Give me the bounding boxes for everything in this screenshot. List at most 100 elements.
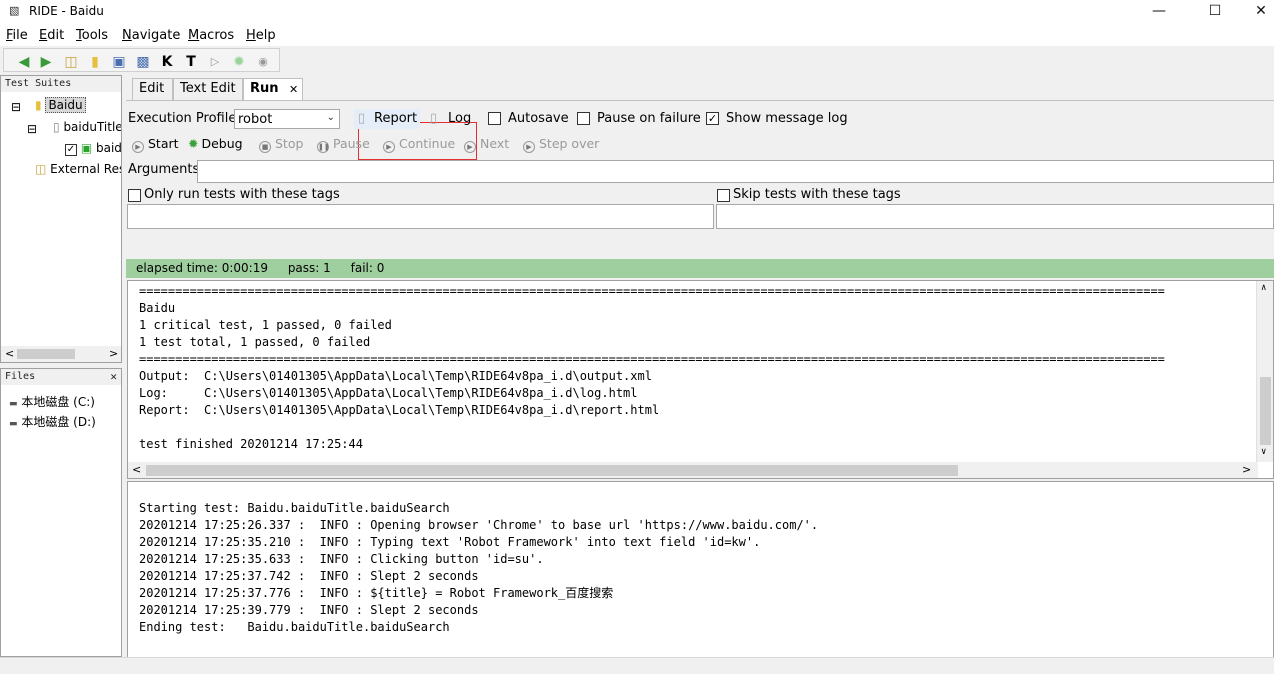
test-search-icon[interactable]: T (182, 53, 200, 71)
exclude-tags-input[interactable] (716, 204, 1274, 229)
scroll-up-icon[interactable]: ∧ (1261, 283, 1266, 293)
tree-expander-baidutitle[interactable]: ⊟ (27, 122, 37, 136)
tab-run[interactable]: Run ✕ (243, 78, 303, 100)
skip-tags-checkbox[interactable] (717, 189, 730, 202)
menu-navigate[interactable]: Navigate (122, 28, 180, 43)
main-area: Edit Text Edit Run ✕ Execution Profile: … (126, 75, 1274, 658)
report-button[interactable]: ▯ Report (354, 109, 420, 129)
new-file-icon[interactable]: ▮ (86, 53, 104, 71)
console-output[interactable]: ========================================… (127, 280, 1274, 479)
show-message-log-checkbox[interactable]: ✓ (706, 112, 719, 125)
menu-label-rest: ile (12, 28, 28, 43)
message-log[interactable]: Starting test: Baidu.baiduTitle.baiduSea… (127, 481, 1274, 658)
save-all-icon[interactable]: ▩ (134, 53, 152, 71)
message-log-line: 20201214 17:25:37.776 : INFO : ${title} … (139, 586, 614, 600)
next-button[interactable]: ▶ Next (464, 135, 509, 153)
pass-count: pass: 1 (287, 261, 331, 275)
menu-label-rest: acros (199, 28, 235, 43)
execution-profile-value: robot (238, 112, 273, 127)
pause-button[interactable]: ❚❚ Pause (317, 135, 370, 153)
scroll-down-icon[interactable]: ∨ (1261, 447, 1266, 457)
continue-button[interactable]: ▶ Continue (383, 135, 455, 153)
test-suites-panel: Test Suites ⊟ ▮ Baidu ⊟ ▯ baiduTitle ✓ ▣… (0, 75, 122, 363)
execution-profile-select[interactable]: robot ⌄ (234, 109, 340, 129)
keyword-search-icon[interactable]: K (158, 53, 176, 71)
tree-item-label: baiduSearch (96, 141, 121, 155)
drive-d[interactable]: ▬ 本地磁盘 (D:) (9, 413, 96, 430)
chevron-down-icon: ⌄ (326, 112, 335, 123)
menu-edit[interactable]: Edit (39, 28, 64, 43)
tree-hscrollbar[interactable]: < > (1, 346, 121, 362)
autosave-label: Autosave (508, 111, 569, 126)
console-line: ========================================… (139, 284, 1165, 298)
menu-macros[interactable]: Macros (188, 28, 234, 43)
start-button[interactable]: ▶ Start (132, 135, 179, 153)
run-panel: Execution Profile: robot ⌄ ▯ Report ▯ Lo… (126, 100, 1274, 658)
test-suites-header: Test Suites (1, 76, 121, 92)
step-over-button[interactable]: ▶ Step over (523, 135, 599, 153)
arguments-input[interactable] (197, 160, 1274, 183)
menu-file[interactable]: File (6, 28, 28, 43)
files-panel: Files ✕ ▬ 本地磁盘 (C:) ▬ 本地磁盘 (D:) (0, 368, 122, 657)
save-icon[interactable]: ▣ (110, 53, 128, 71)
scroll-thumb[interactable] (146, 465, 958, 476)
menu-accelerator: N (122, 28, 132, 43)
menu-tools[interactable]: Tools (76, 28, 108, 43)
back-arrow-icon[interactable]: ◀ (15, 53, 33, 71)
tab-text-edit[interactable]: Text Edit (173, 78, 243, 100)
menu-accelerator: E (39, 28, 48, 43)
close-tab-icon[interactable]: ✕ (289, 80, 298, 100)
message-log-line: Starting test: Baidu.baiduTitle.baiduSea… (139, 501, 450, 515)
drive-c[interactable]: ▬ 本地磁盘 (C:) (9, 393, 95, 410)
stop-button[interactable]: ■ Stop (259, 135, 303, 153)
console-hscrollbar[interactable]: < > (128, 462, 1258, 478)
files-header: Files ✕ (1, 369, 121, 385)
pause-on-failure-checkbox[interactable] (577, 112, 590, 125)
drive-label: 本地磁盘 (C:) (21, 395, 95, 409)
pause-on-failure-label: Pause on failure (597, 111, 701, 126)
continue-icon: ▶ (383, 141, 395, 153)
menu-label-rest: elp (255, 28, 276, 43)
console-line: test finished 20201214 17:25:44 (139, 437, 363, 451)
show-message-log-label: Show message log (726, 111, 848, 126)
tree-item-baidutitle[interactable]: ▯ baiduTitle (53, 120, 121, 134)
menu-accelerator: H (246, 28, 256, 43)
scroll-right-icon[interactable]: > (1242, 463, 1251, 476)
debug-button[interactable]: ✹ Debug (188, 135, 243, 153)
tree-item-label: External Resources (50, 162, 121, 176)
console-line: 1 test total, 1 passed, 0 failed (139, 335, 371, 349)
minimize-button[interactable]: — (1136, 0, 1182, 24)
stop-icon[interactable]: ◉ (254, 53, 272, 71)
scroll-left-icon[interactable]: < (132, 463, 141, 476)
close-files-icon[interactable]: ✕ (110, 370, 117, 383)
only-run-tags-checkbox[interactable] (128, 189, 141, 202)
open-folder-icon[interactable]: ◫ (62, 53, 80, 71)
test-pass-icon: ▣ (80, 141, 93, 155)
menu-help[interactable]: Help (246, 28, 276, 43)
tree-item-baidu[interactable]: ▮ Baidu (35, 97, 86, 113)
stop-icon: ■ (259, 141, 271, 153)
log-button[interactable]: ▯ Log (428, 109, 471, 129)
close-window-button[interactable]: ✕ (1238, 0, 1274, 24)
console-vscrollbar[interactable]: ∧ ∨ (1256, 281, 1273, 462)
menu-accelerator: M (188, 28, 200, 43)
debug-icon[interactable]: ✹ (230, 53, 248, 71)
scroll-left-icon[interactable]: < (5, 347, 14, 360)
tree-item-external-resources[interactable]: ◫ External Resources (35, 162, 121, 176)
tree-expander-baidu[interactable]: ⊟ (11, 100, 21, 114)
files-header-label: Files (5, 371, 36, 382)
drive-icon: ▬ (9, 399, 18, 409)
debug-icon: ✹ (188, 136, 199, 151)
test-checkbox[interactable]: ✓ (65, 144, 77, 156)
tab-edit[interactable]: Edit (132, 78, 173, 100)
step-over-label: Step over (539, 136, 600, 151)
scroll-thumb[interactable] (1260, 377, 1271, 445)
forward-arrow-icon[interactable]: ▶ (37, 53, 55, 71)
scroll-thumb[interactable] (17, 349, 75, 359)
maximize-button[interactable]: ☐ (1192, 0, 1238, 24)
tree-item-baidusearch[interactable]: ✓ ▣ baiduSearch (65, 141, 121, 156)
scroll-right-icon[interactable]: > (109, 347, 118, 360)
autosave-checkbox[interactable] (488, 112, 501, 125)
include-tags-input[interactable] (127, 204, 714, 229)
run-icon[interactable]: ▷ (206, 53, 224, 71)
